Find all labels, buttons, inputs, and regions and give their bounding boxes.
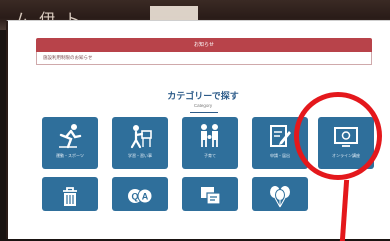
highlight-circle (294, 92, 382, 180)
category-subtitle: Category (193, 103, 213, 108)
balloons-icon (267, 183, 293, 209)
notice-title: お知らせ (36, 38, 372, 52)
family-icon (197, 123, 223, 149)
tile-label: 学習・習い事 (128, 153, 152, 158)
study-icon (127, 123, 153, 149)
tile-study[interactable]: 学習・習い事 (112, 117, 168, 169)
form-edit-icon (267, 123, 293, 149)
trash-icon (58, 183, 82, 209)
category-title: カテゴリーで探す (167, 92, 239, 102)
tile-label: 申請・届出 (270, 153, 290, 158)
tile-label: 子育て (204, 153, 216, 158)
notice-link[interactable]: 施設利用制限のお知らせ (36, 52, 372, 65)
tile-label: 運動・スポーツ (56, 153, 84, 158)
tile-events[interactable] (252, 177, 308, 211)
category-underline (190, 112, 218, 113)
notice-panel: お知らせ 施設利用制限のお知らせ (36, 38, 372, 65)
tile-sports[interactable]: 運動・スポーツ (42, 117, 98, 169)
qa-icon: QA (126, 183, 154, 209)
tile-faq[interactable]: QA (112, 177, 168, 211)
tile-childcare[interactable]: 子育て (182, 117, 238, 169)
runner-icon (57, 123, 83, 149)
tile-recycle[interactable] (42, 177, 98, 211)
documents-icon (197, 183, 223, 209)
svg-text:A: A (142, 192, 149, 202)
svg-text:Q: Q (131, 192, 138, 202)
tile-procedures[interactable] (182, 177, 238, 211)
